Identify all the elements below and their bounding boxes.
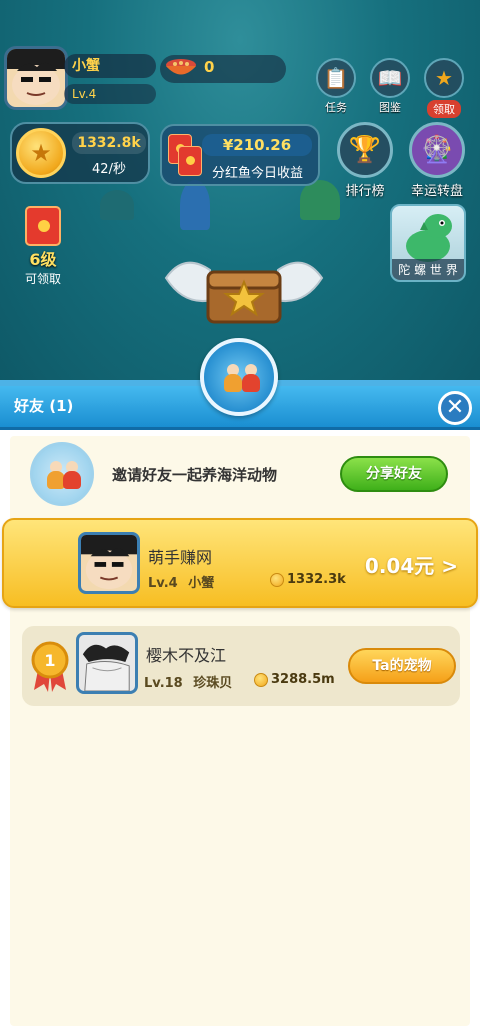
view-pet-button[interactable]: Ta的宠物 — [348, 648, 456, 684]
player-profile[interactable]: 小蟹 Lv.4 — [4, 46, 156, 110]
task-label: 任务 — [325, 101, 347, 114]
friend-coins-value: 3288.5m — [271, 672, 335, 687]
friend-row-self[interactable]: 萌手赚网 Lv.4 小蟹 1332.3k 0.04元 > — [2, 518, 478, 608]
player-name: 小蟹 — [64, 54, 156, 78]
friend-level: Lv.4 小蟹 — [148, 572, 214, 591]
star-coin-icon: ★ — [424, 58, 464, 98]
dividend-amount: ¥210.26 — [202, 134, 312, 156]
lucky-wheel-label: 幸运转盘 — [410, 184, 463, 199]
coin-balance[interactable]: ★ 1332.8k 42/秒 — [10, 122, 150, 184]
friend-name: 樱木不及江 — [146, 646, 227, 665]
lucky-wheel-button[interactable]: 🎡 幸运转盘 — [402, 122, 472, 199]
dino-world-label: 陀 螺 世 界 — [392, 259, 464, 280]
claim-label: 领取 — [427, 100, 461, 118]
friends-icon — [30, 442, 94, 506]
task-button[interactable]: 📋 任务 — [314, 58, 358, 115]
red-packet-level: 6级 — [29, 250, 57, 269]
leaderboard-button[interactable]: 🏆 排行榜 — [330, 122, 400, 199]
dividend-earnings[interactable]: ¥210.26 分红鱼今日收益 — [160, 124, 320, 186]
rank-medal-icon: 1 — [31, 641, 69, 692]
coin-amount: 1332.8k — [72, 132, 146, 154]
rank-number: 1 — [44, 651, 55, 670]
close-icon: ✕ — [445, 395, 465, 420]
close-button[interactable]: ✕ — [438, 391, 472, 425]
coin-rate: 42/秒 — [92, 162, 126, 177]
collection-button[interactable]: 📖 图鉴 — [368, 58, 412, 115]
dividend-label: 分红鱼今日收益 — [212, 166, 304, 181]
dinosaur-icon — [406, 214, 452, 262]
friend-name: 萌手赚网 — [148, 548, 213, 567]
coin-icon — [270, 572, 284, 587]
coin-icon — [254, 672, 268, 687]
red-envelope-icon — [25, 206, 61, 246]
friends-icon — [200, 338, 278, 416]
panel-title: 好友 (1) — [14, 397, 74, 415]
winged-treasure-chest-icon[interactable] — [164, 248, 324, 328]
friend-row[interactable]: 1 樱木不及江 Lv.18 珍珠贝 3288.5m Ta的宠物 — [22, 626, 460, 706]
red-envelope-icon — [178, 146, 202, 176]
friend-earning[interactable]: 0.04元 > — [365, 550, 458, 579]
star-coin-icon: ★ — [16, 128, 66, 178]
dino-world-button[interactable]: 陀 螺 世 界 — [390, 204, 466, 282]
collection-label: 图鉴 — [379, 101, 401, 114]
friend-level-value: Lv.4 — [148, 576, 178, 591]
avatar — [76, 632, 138, 694]
friend-level-value: Lv.18 — [144, 676, 183, 691]
friend-pet: 珍珠贝 — [193, 676, 233, 691]
claim-button[interactable]: ★ 领取 — [422, 58, 466, 118]
friend-level: Lv.18 珍珠贝 — [144, 672, 232, 691]
fish-food-bowl-icon — [166, 59, 196, 75]
fish-food-counter[interactable]: 0 — [160, 55, 286, 83]
avatar — [78, 532, 140, 594]
level-red-packet[interactable]: 6级 可领取 — [18, 206, 68, 287]
clipboard-icon: 📋 — [316, 58, 356, 98]
share-friends-button[interactable]: 分享好友 — [340, 456, 448, 492]
invite-friends-row: 邀请好友一起养海洋动物 分享好友 — [20, 440, 460, 510]
leaderboard-label: 排行榜 — [345, 184, 385, 199]
avatar[interactable] — [4, 46, 68, 110]
friend-pet: 小蟹 — [188, 576, 215, 591]
seaweed — [100, 190, 134, 220]
friend-coins: 1332.3k — [270, 572, 346, 587]
invite-text: 邀请好友一起养海洋动物 — [112, 466, 278, 484]
player-level: Lv.4 — [64, 84, 156, 104]
friend-coins-value: 1332.3k — [287, 572, 346, 587]
book-icon: 📖 — [370, 58, 410, 98]
friend-coins: 3288.5m — [254, 672, 335, 687]
coral — [180, 180, 210, 230]
wheel-icon: 🎡 — [409, 122, 465, 178]
trophy-box-icon: 🏆 — [337, 122, 393, 178]
fish-food-value: 0 — [204, 58, 215, 76]
red-packet-claimable: 可领取 — [24, 272, 61, 286]
